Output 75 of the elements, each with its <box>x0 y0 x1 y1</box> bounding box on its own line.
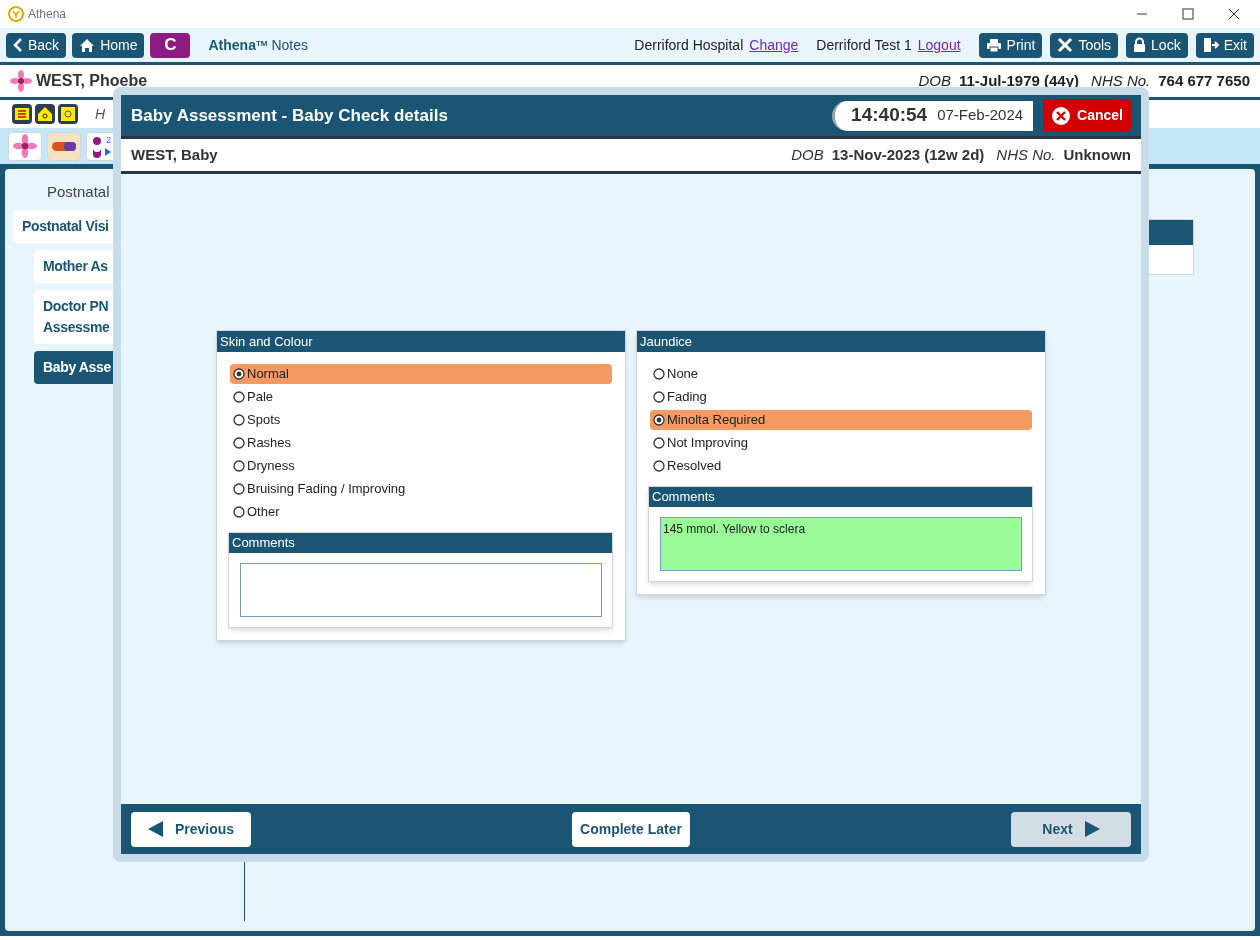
radio-option[interactable]: Bruising Fading / Improving <box>230 479 612 499</box>
radio-option[interactable]: Normal <box>230 364 612 384</box>
dob-label: DOB <box>791 144 824 165</box>
nhs-value: 764 677 7650 <box>1158 70 1250 91</box>
app-logo-icon <box>8 6 24 22</box>
change-link[interactable]: Change <box>749 34 799 56</box>
dob-label: DOB <box>918 70 951 91</box>
date-text: 07-Feb-2024 <box>937 105 1024 126</box>
home-icon <box>79 37 96 53</box>
toolbar-button[interactable]: Lock <box>1126 32 1188 58</box>
toolbar-button[interactable]: Back <box>6 32 67 58</box>
capsule-icon <box>51 140 77 152</box>
radio-icon <box>233 460 245 472</box>
radio-option[interactable]: Fading <box>650 387 1032 407</box>
radio-option[interactable]: Spots <box>230 410 612 430</box>
radio-option[interactable]: Minolta Required <box>650 410 1032 430</box>
left-arrow-icon <box>147 821 163 837</box>
radio-option[interactable]: Rashes <box>230 433 612 453</box>
radio-icon <box>233 437 245 449</box>
comments-field[interactable]: 145 mmol. Yellow to sclera <box>660 517 1022 571</box>
radio-icon <box>653 368 665 380</box>
maximize-icon[interactable] <box>1182 8 1194 20</box>
sidebar-heading: Postnatal <box>46 182 111 202</box>
radio-option[interactable]: Not Improving <box>650 433 1032 453</box>
comments-header: Comments <box>229 533 612 553</box>
toolbar-button[interactable]: Exit <box>1195 32 1254 58</box>
flower-icon <box>10 70 32 92</box>
radio-option[interactable]: Resolved <box>650 456 1032 476</box>
radio-option[interactable]: Other <box>230 502 612 522</box>
app-badge[interactable]: C <box>150 32 191 58</box>
radio-icon <box>233 368 245 380</box>
user-name: Derriford Test 1 <box>816 35 912 55</box>
flower-button[interactable] <box>8 131 42 161</box>
radio-icon <box>233 506 245 518</box>
radio-icon <box>233 391 245 403</box>
radio-option[interactable]: Dryness <box>230 456 612 476</box>
dialog-title: Baby Assessment - Baby Check details <box>131 104 448 127</box>
app-name: Athena$^{TM}$ Notes <box>208 35 308 55</box>
hospital-name: Derriford Hospital <box>634 35 744 55</box>
patient-name: WEST, Phoebe <box>36 71 148 91</box>
close-icon <box>1051 105 1072 126</box>
comments-field[interactable] <box>240 563 602 617</box>
printer-icon <box>985 37 1002 53</box>
radio-icon <box>233 483 245 495</box>
time-text: 14:40:54 <box>851 103 928 128</box>
toolbar-button[interactable]: Tools <box>1050 32 1119 58</box>
dob-value: 13-Nov-2023 (12w 2d) <box>831 144 985 165</box>
previous-button[interactable]: Previous <box>131 811 251 847</box>
medication-button[interactable] <box>47 131 81 161</box>
comments-header: Comments <box>649 487 1032 507</box>
radio-option[interactable]: None <box>650 364 1032 384</box>
section-header: Skin and Colour <box>217 331 625 352</box>
radio-option[interactable]: Pale <box>230 387 612 407</box>
cancel-button[interactable]: Cancel <box>1043 99 1131 132</box>
close-icon[interactable] <box>1228 8 1240 20</box>
logout-link[interactable]: Logout <box>917 34 961 56</box>
back-icon <box>13 38 23 52</box>
radio-icon <box>233 414 245 426</box>
lock-icon <box>1133 37 1147 53</box>
alert-text: H <box>95 104 106 124</box>
radio-icon <box>653 437 665 449</box>
nhs-label: NHS No. <box>1091 70 1151 91</box>
window-title: Athena <box>28 6 67 23</box>
nhs-value: Unknown <box>1063 144 1131 165</box>
nhs-label: NHS No. <box>996 144 1056 165</box>
section-header: Jaundice <box>637 331 1045 352</box>
toolbar-button[interactable]: Home <box>72 32 145 58</box>
radio-icon <box>653 391 665 403</box>
toolbar-button[interactable]: Print <box>978 32 1043 58</box>
radio-icon <box>653 460 665 472</box>
exit-icon <box>1202 37 1219 53</box>
radio-icon <box>653 414 665 426</box>
complete-later-button[interactable]: Complete Later <box>572 811 690 847</box>
baby-name: WEST, Baby <box>131 144 218 165</box>
right-arrow-icon <box>1084 821 1100 837</box>
